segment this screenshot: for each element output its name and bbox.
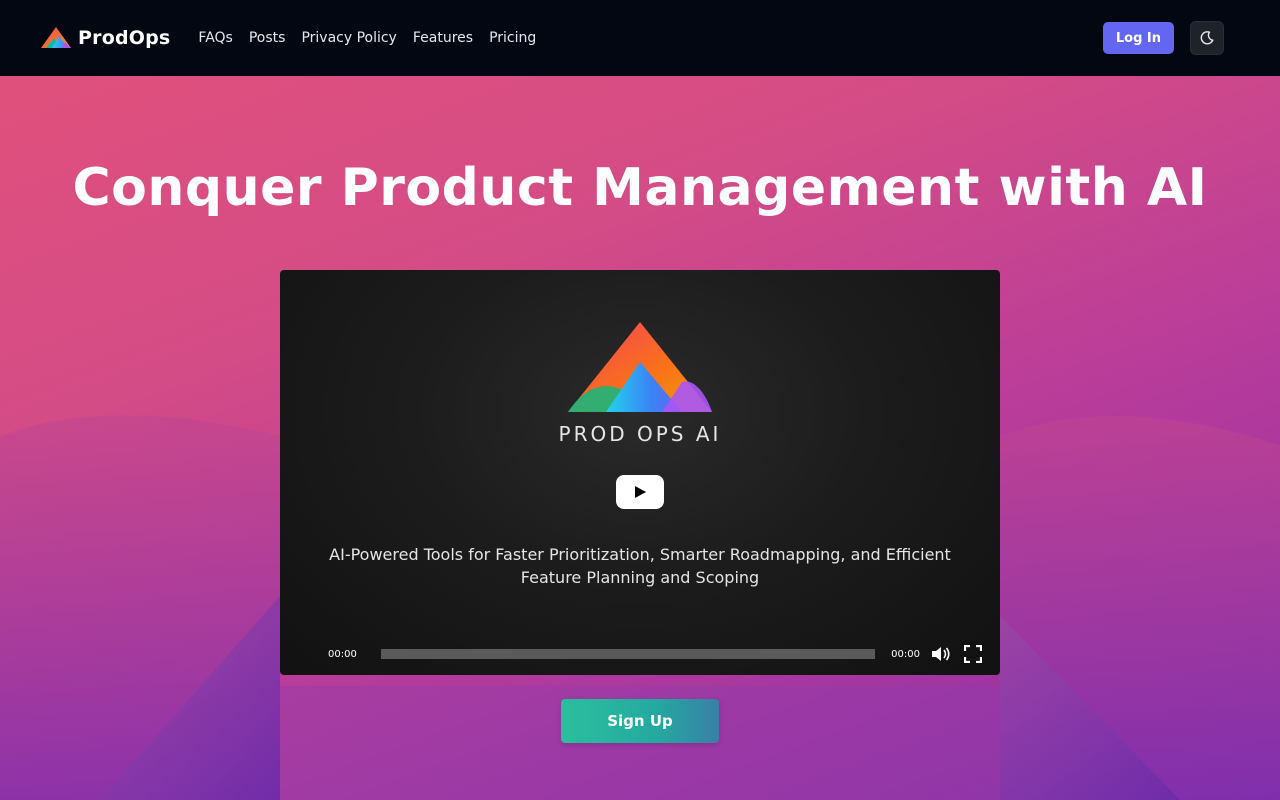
current-time: 00:00 [328, 648, 357, 660]
play-button[interactable] [616, 475, 664, 509]
fullscreen-icon [964, 645, 982, 663]
brand-name: ProdOps [78, 27, 171, 49]
hero-title: Conquer Product Management with AI [72, 158, 1208, 218]
moon-icon [1200, 31, 1214, 45]
nav-link-pricing[interactable]: Pricing [489, 30, 536, 46]
fullscreen-button[interactable] [962, 643, 984, 665]
nav-link-features[interactable]: Features [413, 30, 473, 46]
nav-link-faqs[interactable]: FAQs [198, 30, 232, 46]
video-caption-line-1: AI-Powered Tools for Faster Prioritizati… [329, 545, 951, 564]
prodops-logo-icon [41, 27, 71, 48]
signup-button[interactable]: Sign Up [561, 699, 719, 743]
video-caption-line-2: Feature Planning and Scoping [520, 568, 760, 587]
hero-section: Conquer Product Management with AI PROD … [0, 76, 1280, 800]
progress-bar[interactable] [380, 649, 876, 659]
main-nav: FAQs Posts Privacy Policy Features Prici… [198, 30, 536, 46]
theme-toggle-button[interactable] [1190, 21, 1224, 55]
login-button[interactable]: Log In [1102, 22, 1174, 54]
nav-actions: Log In [1102, 21, 1224, 55]
brand-link[interactable]: ProdOps [40, 26, 170, 50]
video-brand-text: PROD OPS AI [558, 422, 722, 446]
top-navbar: ProdOps FAQs Posts Privacy Policy Featur… [0, 0, 1280, 76]
video-controls: 00:00 00:00 [280, 642, 1000, 666]
nav-link-posts[interactable]: Posts [249, 30, 286, 46]
play-icon [635, 486, 646, 498]
duration-time: 00:00 [891, 648, 920, 660]
nav-link-privacy-policy[interactable]: Privacy Policy [301, 30, 396, 46]
video-player[interactable]: PROD OPS AI AI-Powered Tools for Faster … [280, 270, 1000, 675]
video-caption: AI-Powered Tools for Faster Prioritizati… [310, 543, 970, 589]
prodops-video-logo-icon [568, 322, 712, 412]
volume-icon [932, 647, 950, 661]
mute-button[interactable] [930, 643, 952, 665]
